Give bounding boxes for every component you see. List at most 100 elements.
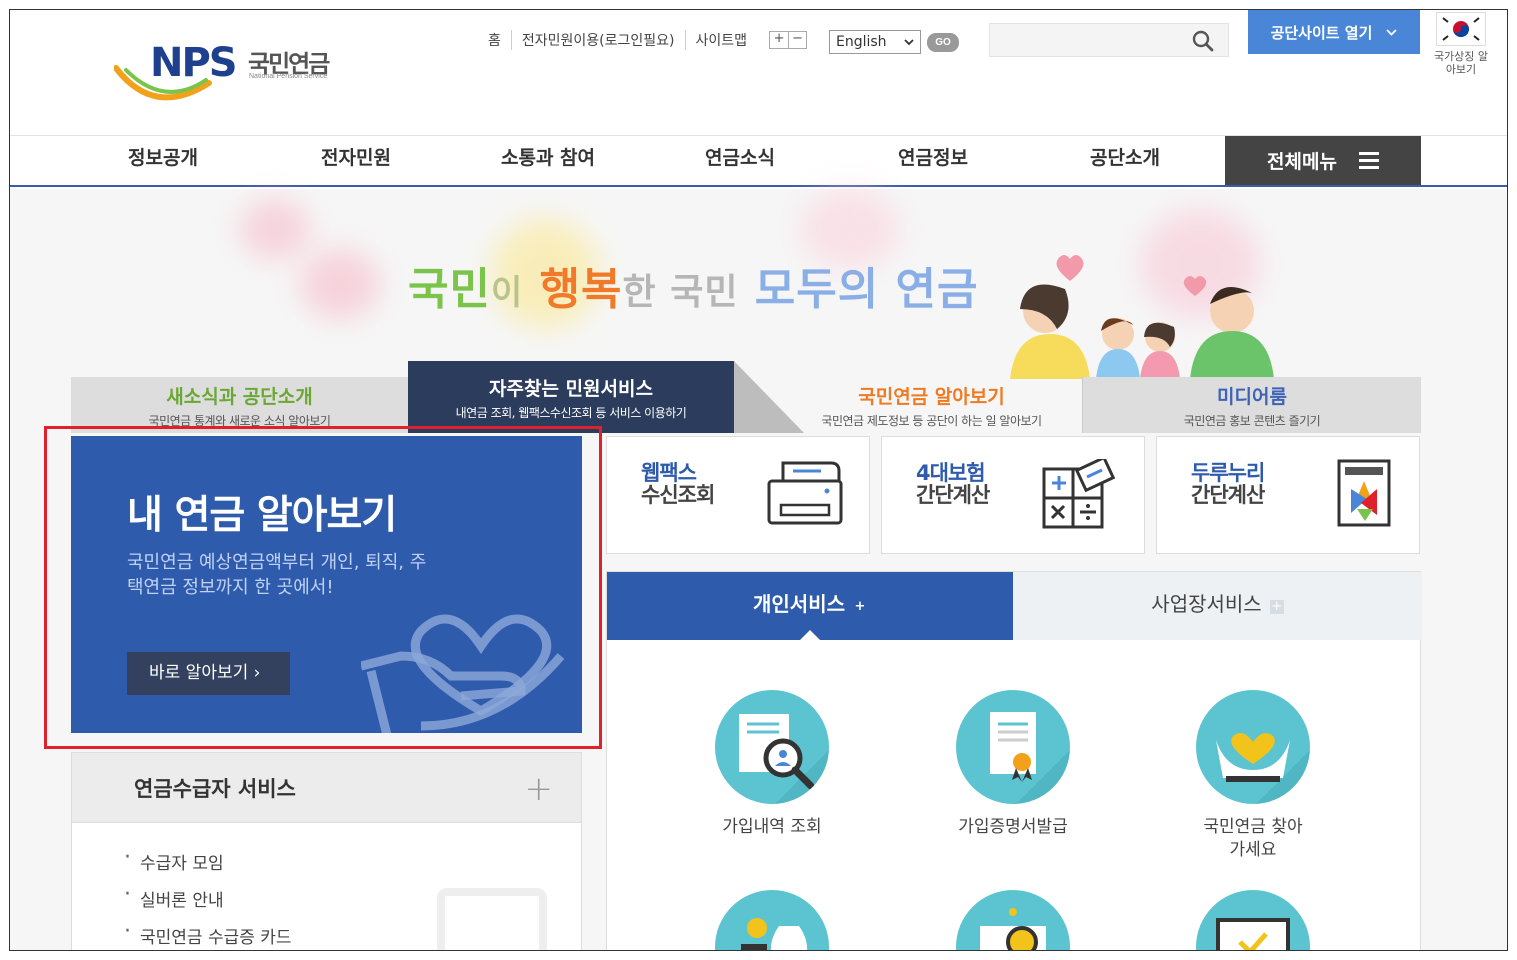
service-icon-partial[interactable] (682, 890, 862, 950)
search-input[interactable] (989, 23, 1229, 57)
quick-insurance-label: 4대보험 간단계산 (916, 461, 990, 507)
decor-blob (300, 249, 380, 319)
certificate-icon (956, 690, 1070, 804)
durunuri-card-icon (1337, 459, 1391, 527)
tab-caret (800, 630, 820, 640)
quick-webfax[interactable]: 웹팩스 수신조회 (606, 436, 870, 554)
tab-news-about[interactable]: 새소식과 공단소개 국민연금 통계와 새로운 소식 알아보기 (71, 377, 408, 433)
main-tabs: 새소식과 공단소개 국민연금 통계와 새로운 소식 알아보기 자주찾는 민원서비… (71, 361, 1421, 433)
service-label: 국민연금 찾아가세요 (1203, 817, 1303, 860)
highlight-box (44, 426, 602, 749)
chevron-down-icon (1386, 28, 1398, 36)
nav-item-e-service[interactable]: 전자민원 (321, 136, 391, 185)
tab-frequent-services[interactable]: 자주찾는 민원서비스 내연금 조회, 웹팩스수신조회 등 서비스 이용하기 (408, 361, 734, 433)
service-icon-partial[interactable] (923, 890, 1103, 950)
quick-label-line2: 간단계산 (1191, 483, 1265, 507)
quick-label-line2: 수신조회 (641, 483, 715, 507)
family-illustration (1010, 255, 1274, 379)
decor-blob (240, 199, 310, 259)
fax-icon (767, 461, 843, 525)
tab-title: 새소식과 공단소개 (166, 386, 313, 408)
tab-title: 미디어룸 (1217, 386, 1287, 408)
slogan-part: 한 국민 (622, 272, 739, 313)
slogan-part: 이 (490, 273, 524, 313)
card-watermark-icon (437, 888, 547, 950)
plus-icon: + (854, 599, 866, 614)
nav-item-pension-info[interactable]: 연금정보 (898, 136, 968, 185)
site-open-button[interactable]: 공단사이트 열기 (1248, 10, 1420, 54)
hamburger-icon (1358, 148, 1379, 173)
calculator-icon (1042, 459, 1116, 529)
quick-label-line1: 두루누리 (1191, 461, 1265, 485)
go-button[interactable]: GO (927, 33, 959, 52)
slogan-part: 국민 (408, 264, 491, 315)
quick-durunuri-label: 두루누리 간단계산 (1191, 461, 1265, 507)
nav-item-pension-news[interactable]: 연금소식 (705, 136, 775, 185)
zoom-in-button[interactable]: + (770, 32, 788, 48)
nav-item-communication[interactable]: 소통과 참여 (501, 136, 595, 185)
quick-4-insurance[interactable]: 4대보험 간단계산 (881, 436, 1145, 554)
language-value: English (836, 34, 887, 50)
search-icon[interactable] (1192, 30, 1214, 52)
tab-label: 사업장서비스 (1151, 592, 1262, 616)
slogan-part: 모두의 연금 (754, 264, 979, 315)
tab-desc: 국민연금 홍보 콘텐츠 즐기기 (1183, 414, 1321, 428)
logo-mark: NPS (150, 40, 238, 86)
quick-label-line1: 4대보험 (916, 461, 986, 485)
tab-desc: 내연금 조회, 웹팩스수신조회 등 서비스 이용하기 (455, 406, 687, 420)
utility-links: 홈 전자민원이용(로그인필요) 사이트맵 + − (478, 30, 808, 50)
main-navigation: 정보공개 전자민원 소통과 참여 연금소식 연금정보 공단소개 전체메뉴 (10, 136, 1507, 187)
expand-plus-icon[interactable]: + (525, 769, 554, 809)
service-enrollment-history[interactable]: 가입내역 조회 (682, 690, 862, 839)
quick-label-line2: 간단계산 (916, 483, 990, 507)
quick-webfax-label: 웹팩스 수신조회 (641, 461, 715, 507)
language-select[interactable]: English (829, 30, 921, 54)
nav-item-about[interactable]: 공단소개 (1090, 136, 1160, 185)
zoom-controls: + − (769, 31, 808, 49)
service-label: 가입증명서발급 (958, 817, 1068, 837)
zoom-out-button[interactable]: − (788, 32, 806, 48)
quick-durunuri[interactable]: 두루누리 간단계산 (1156, 436, 1420, 554)
monitor-check-icon (1196, 890, 1310, 950)
all-menu-label: 전체메뉴 (1267, 151, 1337, 173)
coin-card-icon (956, 890, 1070, 950)
national-symbol-link[interactable]: 국가상징 알아보기 (1432, 12, 1490, 76)
service-label: 가입내역 조회 (722, 817, 822, 837)
service-find-pension[interactable]: 국민연금 찾아가세요 (1163, 690, 1343, 862)
util-link-eservice[interactable]: 전자민원이용(로그인필요) (510, 30, 685, 50)
service-tabbar: 개인서비스 + 사업장서비스 + (607, 572, 1422, 640)
util-link-sitemap[interactable]: 사이트맵 (684, 30, 758, 50)
site-open-label: 공단사이트 열기 (1270, 23, 1373, 42)
tab-about-pension[interactable]: 국민연금 알아보기 국민연금 제도정보 등 공단이 하는 일 알아보기 (781, 377, 1082, 433)
coin-bag-icon (715, 890, 829, 950)
recipient-service-panel: 연금수급자 서비스 + 수급자 모임 실버론 안내 국민연금 수급증 카드 (71, 752, 582, 950)
tab-desc: 국민연금 제도정보 등 공단이 하는 일 알아보기 (821, 414, 1042, 428)
nps-logo[interactable]: NPS 국민연금 National Pension Service (114, 40, 354, 110)
service-panel: 개인서비스 + 사업장서비스 + 가입내역 조회 가입증명서발급 국민연금 찾아… (606, 571, 1422, 950)
list-item[interactable]: 수급자 모임 (124, 845, 581, 886)
tab-title: 국민연금 알아보기 (858, 386, 1005, 408)
logo-english: National Pension Service (249, 73, 328, 80)
heart-hands-icon (1196, 690, 1310, 804)
korean-flag-icon (1436, 12, 1486, 46)
plus-icon: + (1269, 599, 1284, 614)
recipient-service-header[interactable]: 연금수급자 서비스 + (72, 753, 581, 823)
recipient-service-title: 연금수급자 서비스 (134, 777, 296, 801)
national-symbol-label: 국가상징 알아보기 (1433, 50, 1489, 76)
document-search-icon (715, 690, 829, 804)
quick-label-line1: 웹팩스 (641, 461, 697, 485)
tab-title: 자주찾는 민원서비스 (489, 378, 653, 400)
service-icon-partial[interactable] (1163, 890, 1343, 950)
tab-label: 개인서비스 (753, 592, 845, 616)
hero-slogan: 국민이 행복한 국민 모두의 연금 (408, 253, 979, 317)
util-link-home[interactable]: 홈 (478, 30, 511, 50)
slogan-part: 행복 (539, 264, 623, 315)
header: NPS 국민연금 National Pension Service 홈 전자민원… (10, 10, 1507, 136)
all-menu-button[interactable]: 전체메뉴 (1225, 136, 1421, 185)
tab-media-room[interactable]: 미디어룸 국민연금 홍보 콘텐츠 즐기기 (1082, 377, 1421, 433)
tab-business-service[interactable]: 사업장서비스 + (1013, 572, 1422, 640)
service-enrollment-certificate[interactable]: 가입증명서발급 (923, 690, 1103, 839)
chevron-down-icon (904, 38, 914, 45)
nav-item-info-disclosure[interactable]: 정보공개 (128, 136, 198, 185)
browser-frame: NPS 국민연금 National Pension Service 홈 전자민원… (9, 9, 1508, 951)
